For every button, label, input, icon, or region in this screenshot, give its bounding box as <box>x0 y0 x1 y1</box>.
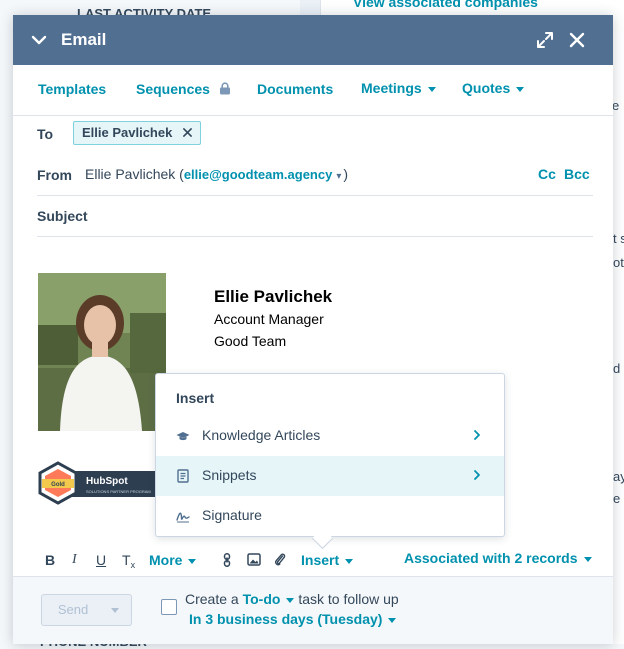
caret-down-icon <box>111 608 119 613</box>
sequences-tab[interactable]: Sequences <box>136 81 231 97</box>
attachment-icon[interactable] <box>274 552 286 567</box>
from-label: From <box>37 167 72 183</box>
due-date-label: In 3 business days (Tuesday) <box>189 611 383 627</box>
bcc-link[interactable]: Bcc <box>564 166 590 182</box>
associated-label: Associated with 2 records <box>404 550 578 566</box>
remove-recipient-icon[interactable] <box>183 128 192 137</box>
chevron-right-icon <box>474 470 480 480</box>
from-selector[interactable]: Ellie Pavlichek (ellie@goodteam.agency ▾) <box>85 166 348 182</box>
caret-down-icon <box>516 86 525 92</box>
recipient-name: Ellie Pavlichek <box>82 125 173 140</box>
snippet-icon <box>177 469 189 483</box>
associated-records-dropdown[interactable]: Associated with 2 records <box>404 550 592 566</box>
chevron-down-icon[interactable] <box>29 30 49 50</box>
underline-button[interactable]: U <box>96 552 106 568</box>
insert-popup-title: Insert <box>176 390 215 406</box>
signature-icon <box>176 512 190 523</box>
badge-brand: HubSpot <box>86 476 128 487</box>
create-todo-text: Create a To-do task to follow up <box>185 591 399 607</box>
caret-down-icon <box>388 617 397 623</box>
clear-format-x-icon: x <box>130 560 136 570</box>
email-title: Email <box>61 30 107 49</box>
due-date-dropdown[interactable]: In 3 business days (Tuesday) <box>189 611 397 627</box>
insert-label: Insert <box>301 552 340 568</box>
email-header: Email <box>13 15 613 65</box>
signature-photo <box>38 273 166 431</box>
more-dropdown[interactable]: More <box>149 552 197 568</box>
send-button[interactable]: Send <box>41 594 105 626</box>
signature-name: Ellie Pavlichek <box>214 287 333 306</box>
background-text-fragment: d w <box>613 361 624 376</box>
templates-tab[interactable]: Templates <box>38 81 106 97</box>
from-name: Ellie Pavlichek ( <box>85 166 184 182</box>
view-companies-link[interactable]: View associated companies <box>353 0 538 10</box>
insert-item-label: Knowledge Articles <box>202 427 321 443</box>
close-icon[interactable] <box>567 30 587 50</box>
badge-sub: SOLUTIONS PARTNER PROGRAM <box>86 489 151 494</box>
meetings-label: Meetings <box>361 80 422 96</box>
caret-down-icon <box>427 86 436 92</box>
insert-item-signature[interactable]: Signature <box>156 496 504 536</box>
clear-format-button[interactable]: Tx <box>122 552 135 570</box>
todo-type-dropdown[interactable]: To-do <box>243 591 295 607</box>
background-text-fragment: t s <box>613 231 624 246</box>
background-text-fragment: e it <box>613 491 624 506</box>
caret-down-icon <box>345 558 354 564</box>
background-text-fragment: e <box>612 98 620 113</box>
send-options-button[interactable] <box>103 594 132 626</box>
sequences-label: Sequences <box>136 81 210 97</box>
from-close: ) <box>343 166 349 182</box>
email-footer: Send Create a To-do task to follow up In… <box>13 577 613 644</box>
insert-item-label: Snippets <box>202 467 257 483</box>
link-icon[interactable] <box>221 553 233 567</box>
email-composer-panel: Email Templates Sequences Documents Meet… <box>13 15 613 644</box>
tab-divider <box>13 115 613 116</box>
todo-type-label: To-do <box>242 591 281 607</box>
quotes-label: Quotes <box>462 80 511 96</box>
cc-link[interactable]: Cc <box>538 166 556 182</box>
hubspot-partner-badge: Gold HubSpot SOLUTIONS PARTNER PROGRAM <box>38 461 168 505</box>
insert-item-snippets[interactable]: Snippets <box>156 456 504 496</box>
from-divider <box>37 195 593 196</box>
from-email: ellie@goodteam.agency <box>183 167 333 182</box>
graduation-cap-icon <box>176 432 190 441</box>
badge-tier: Gold <box>51 482 65 488</box>
insert-item-label: Signature <box>202 507 262 523</box>
meetings-tab[interactable]: Meetings <box>361 80 436 96</box>
to-label: To <box>37 126 54 142</box>
more-label: More <box>149 552 183 568</box>
insert-popup: Insert Knowledge Articles Snippets Signa… <box>155 373 505 537</box>
caret-down-icon <box>188 558 197 564</box>
background-text-fragment: ot <box>613 255 624 270</box>
background-text-fragment: ay <box>613 469 624 484</box>
signature-role: Account Manager <box>214 311 324 327</box>
documents-tab[interactable]: Documents <box>257 81 333 97</box>
insert-dropdown[interactable]: Insert <box>301 552 354 568</box>
caret-down-icon: ▾ <box>336 171 342 182</box>
image-icon[interactable] <box>247 553 261 566</box>
expand-icon[interactable] <box>535 30 555 50</box>
caret-down-icon <box>286 597 295 603</box>
create-todo-checkbox[interactable] <box>161 599 177 615</box>
recipient-chip[interactable]: Ellie Pavlichek <box>73 121 201 145</box>
lock-icon <box>219 82 230 95</box>
quotes-tab[interactable]: Quotes <box>462 80 525 96</box>
subject-field[interactable]: Subject <box>37 208 88 224</box>
caret-down-icon <box>583 556 592 562</box>
chevron-right-icon <box>474 430 480 440</box>
follow-up-label: task to follow up <box>298 591 399 607</box>
bold-button[interactable]: B <box>45 552 55 568</box>
clear-format-label: T <box>122 552 131 568</box>
subject-divider <box>37 236 593 237</box>
insert-item-knowledge-articles[interactable]: Knowledge Articles <box>156 416 504 456</box>
create-a-label: Create a <box>185 591 239 607</box>
italic-button[interactable]: I <box>72 552 77 568</box>
signature-company: Good Team <box>214 333 287 349</box>
